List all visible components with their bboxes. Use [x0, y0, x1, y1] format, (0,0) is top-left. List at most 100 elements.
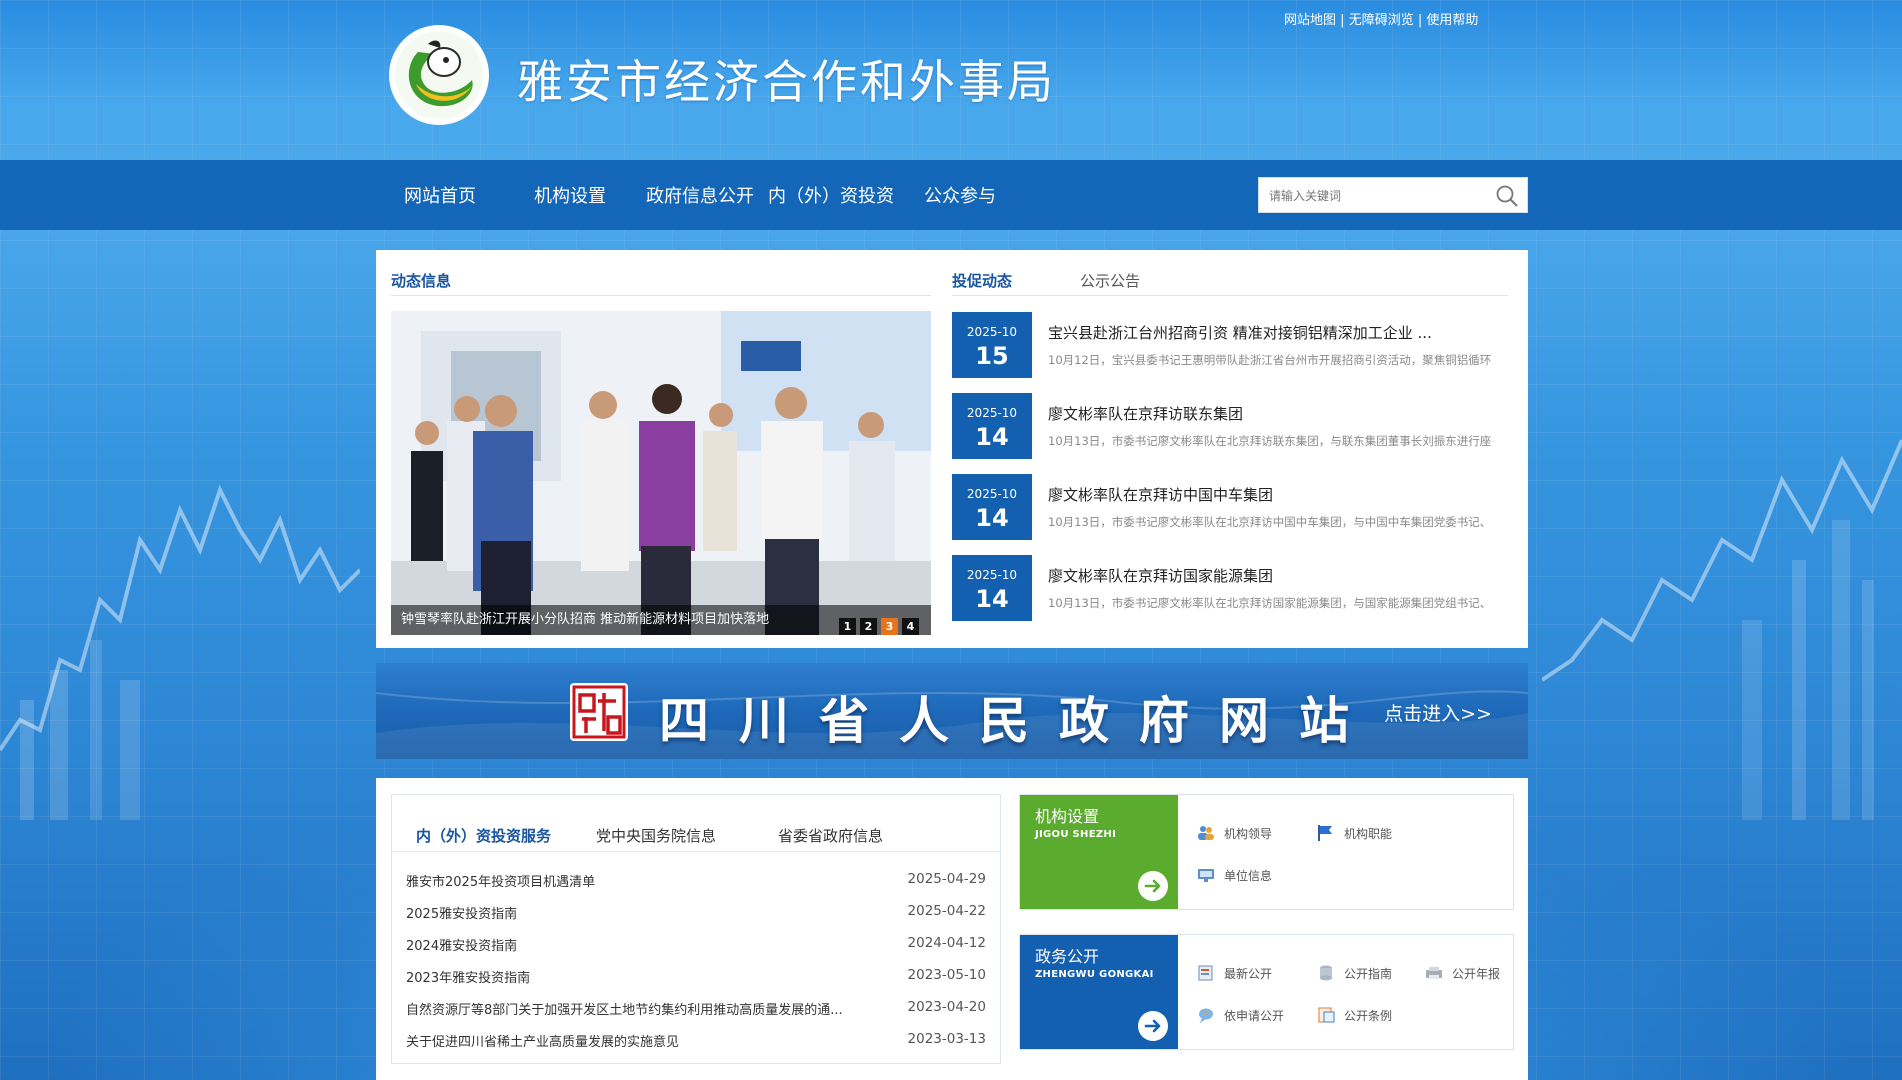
- list-item-title[interactable]: 2025雅安投资指南: [406, 903, 876, 922]
- news-title[interactable]: 宝兴县赴浙江台州招商引资 精准对接铜铝精深加工企业 ...: [1048, 322, 1508, 343]
- link-label: 单位信息: [1224, 869, 1273, 883]
- site-title: 雅安市经济合作和外事局: [517, 55, 1056, 109]
- date-day: 14: [975, 423, 1009, 451]
- link-label: 机构职能: [1344, 827, 1393, 841]
- link-label: 依申请公开: [1224, 1009, 1285, 1023]
- site-header: 网站地图 | 无障碍浏览 | 使用帮助 雅安市经济合作和外事局: [0, 0, 1902, 160]
- chat-icon: [1199, 1008, 1213, 1023]
- arrow-right-icon[interactable]: [1138, 1011, 1168, 1041]
- date-badge: 2025-10 14: [952, 474, 1032, 540]
- date-day: 14: [975, 585, 1009, 613]
- nav-item-public-participation[interactable]: 公众参与: [924, 182, 996, 208]
- slide-dot[interactable]: 1: [839, 618, 856, 635]
- date-badge: 2025-10 14: [952, 393, 1032, 459]
- news-title[interactable]: 廖文彬率队在京拜访联东集团: [1048, 403, 1508, 424]
- regulation-icon: [1318, 1007, 1335, 1023]
- news-item[interactable]: 2025-10 14 廖文彬率队在京拜访中国中车集团 10月13日，市委书记廖文…: [952, 474, 1508, 540]
- database-icon: [1320, 965, 1332, 981]
- printer-icon: [1426, 967, 1442, 979]
- tab-provincial-info[interactable]: 省委省政府信息: [778, 825, 883, 846]
- slide-dot[interactable]: 2: [860, 618, 877, 635]
- link-label: 最新公开: [1224, 967, 1273, 981]
- organization-subtitle: JIGOU SHEZHI: [1035, 829, 1117, 840]
- link-label: 公开指南: [1344, 967, 1393, 981]
- document-icon: [1198, 965, 1213, 981]
- tab-announcements[interactable]: 公示公告: [1080, 270, 1140, 291]
- news-summary: 10月13日，市委书记廖文彬率队在北京拜访中国中车集团，与中国中车集团党委书记、: [1048, 515, 1492, 529]
- news-title[interactable]: 廖文彬率队在京拜访国家能源集团: [1048, 565, 1508, 586]
- slide-caption[interactable]: 钟雪琴率队赴浙江开展小分队招商 推动新能源材料项目加快落地 1234: [391, 605, 931, 635]
- gov-affairs-title: 政务公开: [1035, 947, 1100, 966]
- news-item[interactable]: 2025-10 15 宝兴县赴浙江台州招商引资 精准对接铜铝精深加工企业 ...…: [952, 312, 1508, 378]
- people-icon: [1198, 826, 1214, 840]
- list-item[interactable]: 雅安市2025年投资项目机遇清单 2025-04-29: [406, 871, 986, 897]
- news-slideshow[interactable]: 钟雪琴率队赴浙江开展小分队招商 推动新能源材料项目加快落地 1234: [391, 311, 931, 635]
- list-item-date: 2025-04-29: [907, 871, 986, 887]
- news-title[interactable]: 廖文彬率队在京拜访中国中车集团: [1048, 484, 1508, 505]
- news-section: 动态信息 投促动态 公示公告 钟雪琴率队赴浙江开展小分队招商 推动新能源材料项目…: [376, 250, 1528, 648]
- nav-item-investment[interactable]: 内（外）资投资: [768, 182, 894, 208]
- news-item[interactable]: 2025-10 14 廖文彬率队在京拜访联东集团 10月13日，市委书记廖文彬率…: [952, 393, 1508, 459]
- accessibility-link[interactable]: 无障碍浏览: [1349, 13, 1414, 28]
- list-item-title[interactable]: 2024雅安投资指南: [406, 935, 876, 954]
- tab-divider: [392, 851, 1000, 852]
- slide-pagination: 1234: [835, 612, 919, 635]
- list-item-date: 2023-04-20: [907, 999, 986, 1015]
- news-summary: 10月13日，市委书记廖文彬率队在北京拜访联东集团，与联东集团董事长刘振东进行座: [1048, 434, 1492, 448]
- nav-item-gov-info[interactable]: 政府信息公开: [646, 182, 754, 208]
- top-links: 网站地图 | 无障碍浏览 | 使用帮助: [1284, 9, 1478, 28]
- monitor-icon: [1198, 869, 1214, 882]
- help-link[interactable]: 使用帮助: [1426, 13, 1478, 28]
- list-item[interactable]: 自然资源厅等8部门关于加强开发区土地节约集约利用推动高质量发展的通... 202…: [406, 999, 986, 1025]
- organization-header[interactable]: 机构设置 JIGOU SHEZHI: [1020, 795, 1178, 909]
- nav-item-home[interactable]: 网站首页: [404, 182, 476, 208]
- seal-icon: [570, 683, 628, 741]
- search-input[interactable]: [1269, 187, 1489, 205]
- list-item[interactable]: 2024雅安投资指南 2024-04-12: [406, 935, 986, 961]
- slide-photo: [391, 311, 931, 635]
- list-item-title[interactable]: 雅安市2025年投资项目机遇清单: [406, 871, 876, 890]
- date-year-month: 2025-10: [966, 325, 1018, 339]
- search-icon[interactable]: [1495, 184, 1519, 208]
- news-summary: 10月12日，宝兴县委书记王惠明带队赴浙江省台州市开展招商引资活动，聚焦铜铝循环: [1048, 353, 1492, 367]
- news-tabs: 投促动态 公示公告: [952, 250, 1508, 296]
- news-summary: 10月13日，市委书记廖文彬率队在北京拜访国家能源集团，与国家能源集团党组书记、: [1048, 596, 1492, 610]
- arrow-right-icon[interactable]: [1138, 871, 1168, 901]
- nav-item-organization[interactable]: 机构设置: [534, 182, 606, 208]
- top-links-separator: |: [1417, 13, 1423, 28]
- tab-investment-news[interactable]: 投促动态: [952, 270, 1012, 291]
- site-logo[interactable]: [388, 24, 490, 126]
- list-item-date: 2025-04-22: [907, 903, 986, 919]
- list-item-title[interactable]: 自然资源厅等8部门关于加强开发区土地节约集约利用推动高质量发展的通...: [406, 999, 876, 1018]
- date-day: 15: [975, 342, 1009, 370]
- date-day: 14: [975, 504, 1009, 532]
- gov-affairs-header[interactable]: 政务公开 ZHENGWU GONGKAI: [1020, 935, 1178, 1049]
- link-label: 机构领导: [1224, 827, 1273, 841]
- slide-caption-text: 钟雪琴率队赴浙江开展小分队招商 推动新能源材料项目加快落地: [401, 612, 770, 627]
- banner-enter-link[interactable]: 点击进入>>: [1384, 699, 1492, 726]
- search-box: [1258, 177, 1528, 213]
- list-item[interactable]: 关于促进四川省稀土产业高质量发展的实施意见 2023-03-13: [406, 1031, 986, 1057]
- sitemap-link[interactable]: 网站地图: [1284, 13, 1336, 28]
- list-item[interactable]: 2025雅安投资指南 2025-04-22: [406, 903, 986, 929]
- list-item-title[interactable]: 2023年雅安投资指南: [406, 967, 876, 986]
- date-year-month: 2025-10: [966, 406, 1018, 420]
- sichuan-gov-banner[interactable]: 四川省人民政府网站 点击进入>>: [376, 663, 1528, 759]
- organization-service-box: 机构设置 JIGOU SHEZHI 机构领导 机构职能 单位信息: [1019, 794, 1514, 910]
- list-item[interactable]: 2023年雅安投资指南 2023-05-10: [406, 967, 986, 993]
- date-badge: 2025-10 14: [952, 555, 1032, 621]
- list-item-date: 2024-04-12: [907, 935, 986, 951]
- list-item-date: 2023-05-10: [907, 967, 986, 983]
- slide-dot-active[interactable]: 3: [881, 618, 898, 635]
- news-item[interactable]: 2025-10 14 廖文彬率队在京拜访国家能源集团 10月13日，市委书记廖文…: [952, 555, 1508, 621]
- link-label: 公开条例: [1344, 1009, 1393, 1023]
- list-item-date: 2023-03-13: [907, 1031, 986, 1047]
- tab-investment-service[interactable]: 内（外）资投资服务: [416, 825, 551, 846]
- list-item-title[interactable]: 关于促进四川省稀土产业高质量发展的实施意见: [406, 1031, 876, 1050]
- slide-dot[interactable]: 4: [902, 618, 919, 635]
- link-label: 公开年报: [1452, 967, 1501, 981]
- organization-title: 机构设置: [1035, 807, 1100, 826]
- tab-central-info[interactable]: 党中央国务院信息: [596, 825, 716, 846]
- date-year-month: 2025-10: [966, 487, 1018, 501]
- bottom-section: 内（外）资投资服务 党中央国务院信息 省委省政府信息 雅安市2025年投资项目机…: [376, 778, 1528, 1080]
